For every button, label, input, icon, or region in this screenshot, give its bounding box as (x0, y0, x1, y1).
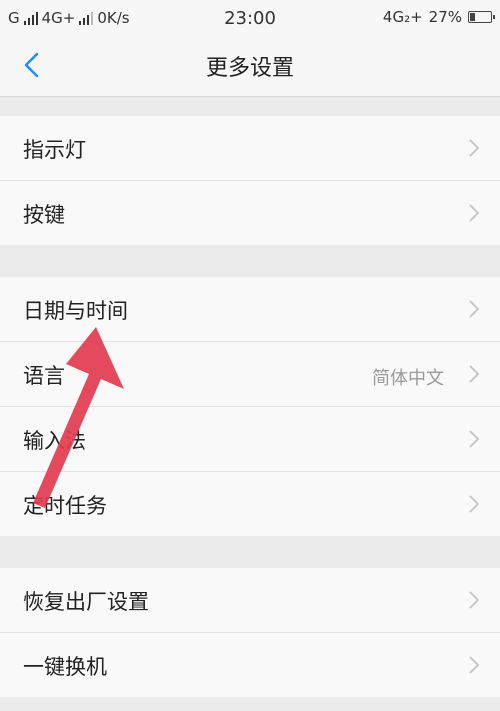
settings-item-label: 输入法 (23, 429, 86, 453)
settings-item-label: 一键换机 (23, 655, 107, 679)
battery-percent: 27% (428, 8, 462, 26)
settings-group-1: 指示灯 按键 (0, 116, 500, 245)
settings-item-label: 恢复出厂设置 (23, 590, 149, 614)
settings-group-3: 恢复出厂设置 一键换机 (0, 568, 500, 697)
settings-item-phone-clone[interactable]: 一键换机 (0, 633, 500, 697)
chevron-right-icon (469, 656, 480, 674)
settings-item-indicator-light[interactable]: 指示灯 (0, 116, 500, 181)
chevron-right-icon (469, 430, 480, 448)
page-title: 更多设置 (205, 56, 294, 81)
settings-item-scheduled-tasks[interactable]: 定时任务 (0, 472, 500, 536)
settings-item-label: 定时任务 (23, 494, 107, 518)
settings-item-label: 语言 (23, 364, 65, 388)
nav-bar: 更多设置 (0, 34, 500, 97)
battery-fill (470, 13, 475, 21)
settings-item-input-method[interactable]: 输入法 (0, 407, 500, 472)
chevron-right-icon (469, 591, 480, 609)
settings-item-keys[interactable]: 按键 (0, 181, 500, 245)
chevron-right-icon (469, 204, 480, 222)
settings-group-2: 日期与时间 语言 简体中文 输入法 定时任务 (0, 277, 500, 536)
settings-item-label: 日期与时间 (23, 299, 128, 323)
status-right: 4G₂+ 27% (382, 8, 495, 26)
settings-item-factory-reset[interactable]: 恢复出厂设置 (0, 568, 500, 633)
chevron-right-icon (469, 300, 480, 318)
chevron-right-icon (469, 495, 480, 513)
chevron-right-icon (469, 139, 480, 157)
status-bar: G 4G+ 0K/s 23:00 4G₂+ 27% (0, 0, 500, 34)
chevron-right-icon (469, 365, 480, 383)
settings-item-label: 指示灯 (23, 138, 86, 162)
settings-item-date-time[interactable]: 日期与时间 (0, 277, 500, 342)
settings-item-value: 简体中文 (372, 368, 444, 389)
network-type-right: 4G₂+ (382, 8, 423, 26)
settings-item-language[interactable]: 语言 简体中文 (0, 342, 500, 407)
settings-item-label: 按键 (23, 203, 65, 227)
battery-icon (468, 11, 495, 23)
